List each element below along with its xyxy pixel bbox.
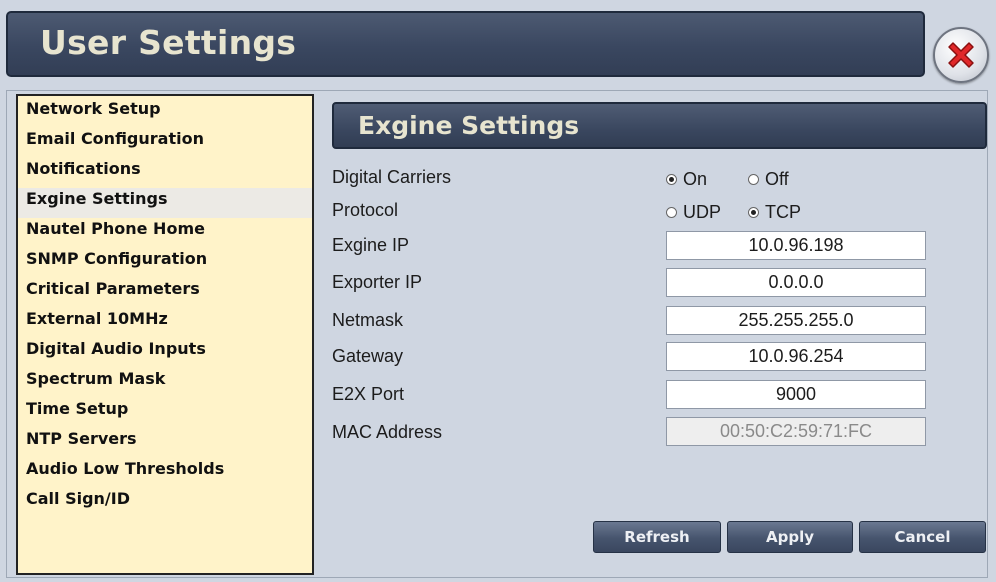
gateway-field[interactable]	[666, 342, 926, 371]
digital-carriers-on-radio[interactable]: On	[666, 168, 707, 190]
radio-label: UDP	[683, 202, 722, 222]
sidebar-item-external-10mhz[interactable]: External 10MHz	[18, 308, 312, 338]
protocol-label: Protocol	[332, 200, 399, 220]
radio-label: Off	[765, 169, 789, 189]
cancel-button[interactable]: Cancel	[859, 521, 986, 553]
sidebar-item-network-setup[interactable]: Network Setup	[18, 98, 312, 128]
mac-address-label: MAC Address	[332, 422, 443, 442]
sidebar-item-audio-low-thresholds[interactable]: Audio Low Thresholds	[18, 458, 312, 488]
user-settings-window: User Settings Network Setup Email Config…	[0, 0, 996, 582]
sidebar-item-time-setup[interactable]: Time Setup	[18, 398, 312, 428]
radio-checked-icon	[666, 173, 677, 185]
digital-carriers-label: Digital Carriers	[332, 167, 452, 187]
protocol-udp-radio[interactable]: UDP	[666, 201, 721, 223]
settings-sidebar: Network Setup Email Configuration Notifi…	[16, 94, 314, 575]
sidebar-item-snmp-configuration[interactable]: SNMP Configuration	[18, 248, 312, 278]
netmask-label: Netmask	[332, 310, 404, 330]
refresh-button[interactable]: Refresh	[593, 521, 721, 553]
close-button[interactable]	[933, 27, 989, 83]
e2x-port-label: E2X Port	[332, 384, 405, 404]
window-title: User Settings	[40, 23, 297, 62]
sidebar-item-digital-audio-inputs[interactable]: Digital Audio Inputs	[18, 338, 312, 368]
close-icon	[948, 42, 974, 68]
exporter-ip-label: Exporter IP	[332, 272, 423, 292]
sidebar-item-email-configuration[interactable]: Email Configuration	[18, 128, 312, 158]
radio-unchecked-icon	[666, 206, 677, 218]
sidebar-item-call-sign-id[interactable]: Call Sign/ID	[18, 488, 312, 518]
e2x-port-field[interactable]	[666, 380, 926, 409]
radio-label: On	[683, 169, 708, 189]
netmask-field[interactable]	[666, 306, 926, 335]
sidebar-item-nautel-phone-home[interactable]: Nautel Phone Home	[18, 218, 312, 248]
digital-carriers-off-radio[interactable]: Off	[748, 168, 789, 190]
mac-address-field	[666, 417, 926, 446]
sidebar-item-ntp-servers[interactable]: NTP Servers	[18, 428, 312, 458]
protocol-tcp-radio[interactable]: TCP	[748, 201, 801, 223]
sidebar-item-critical-parameters[interactable]: Critical Parameters	[18, 278, 312, 308]
radio-checked-icon	[748, 206, 759, 218]
panel-title: Exgine Settings	[358, 111, 580, 140]
sidebar-item-exgine-settings[interactable]: Exgine Settings	[18, 188, 312, 218]
exgine-ip-label: Exgine IP	[332, 235, 410, 255]
radio-unchecked-icon	[748, 173, 759, 185]
gateway-label: Gateway	[332, 346, 404, 366]
exporter-ip-field[interactable]	[666, 268, 926, 297]
exgine-ip-field[interactable]	[666, 231, 926, 260]
sidebar-item-notifications[interactable]: Notifications	[18, 158, 312, 188]
panel-header: Exgine Settings	[332, 102, 987, 149]
apply-button[interactable]: Apply	[727, 521, 853, 553]
sidebar-item-spectrum-mask[interactable]: Spectrum Mask	[18, 368, 312, 398]
title-bar: User Settings	[6, 11, 925, 77]
radio-label: TCP	[765, 202, 801, 222]
